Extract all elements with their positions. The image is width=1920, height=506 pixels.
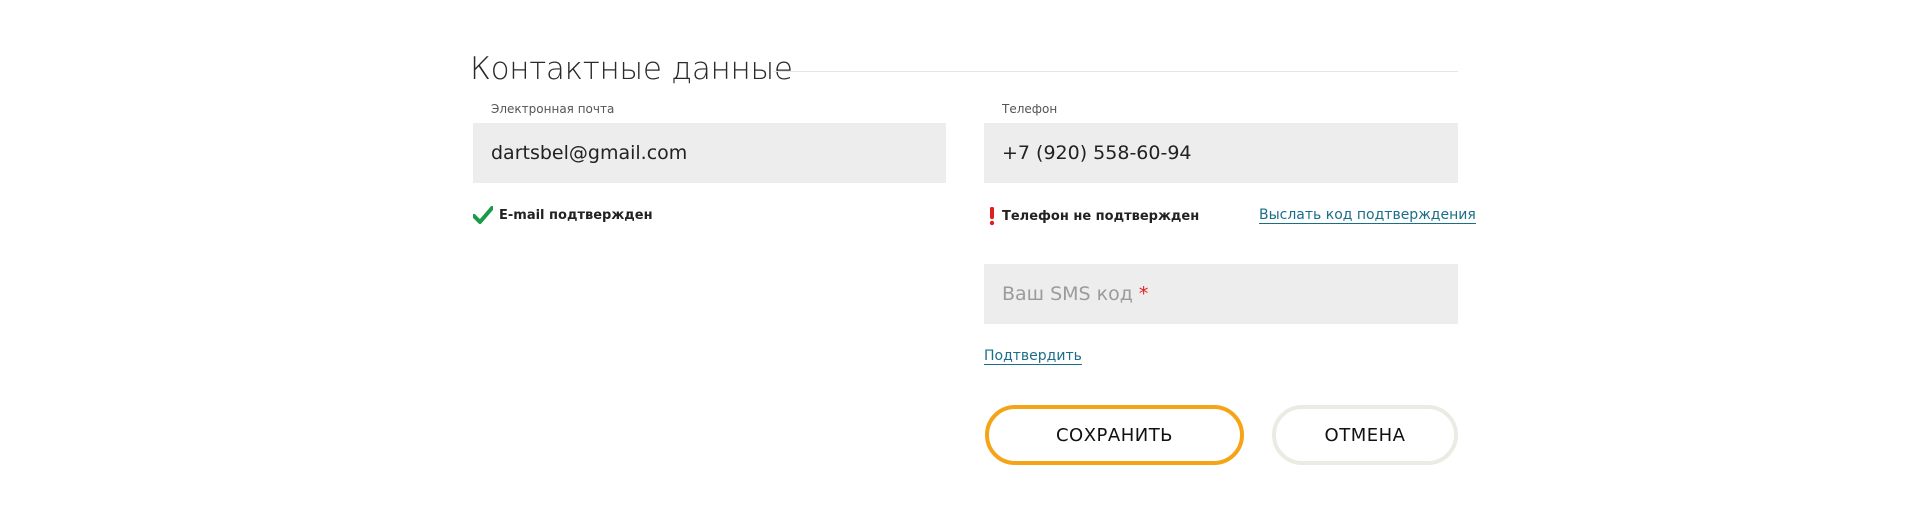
email-label: Электронная почта <box>491 102 615 116</box>
email-status: E-mail подтвержден <box>473 206 653 224</box>
phone-value: +7 (920) 558-60-94 <box>1002 142 1192 164</box>
email-field[interactable]: dartsbel@gmail.com <box>473 123 946 183</box>
sms-code-placeholder: Ваш SMS код <box>1002 283 1133 305</box>
section-divider <box>773 71 1458 72</box>
required-mark: * <box>1138 283 1149 305</box>
exclamation-icon <box>988 206 996 226</box>
phone-field[interactable]: +7 (920) 558-60-94 <box>984 123 1458 183</box>
phone-label: Телефон <box>1002 102 1058 116</box>
phone-status: Телефон не подтвержден <box>988 206 1199 226</box>
section-title: Контактные данные <box>470 51 793 87</box>
email-value: dartsbel@gmail.com <box>491 142 688 164</box>
phone-status-text: Телефон не подтвержден <box>1002 208 1200 224</box>
send-code-link[interactable]: Выслать код подтверждения <box>1259 207 1476 224</box>
email-status-text: E-mail подтвержден <box>499 207 653 223</box>
confirm-link[interactable]: Подтвердить <box>984 348 1082 365</box>
sms-code-input[interactable]: Ваш SMS код * <box>984 264 1458 324</box>
check-icon <box>473 206 493 224</box>
cancel-button[interactable]: ОТМЕНА <box>1272 405 1458 465</box>
save-button[interactable]: СОХРАНИТЬ <box>985 405 1244 465</box>
